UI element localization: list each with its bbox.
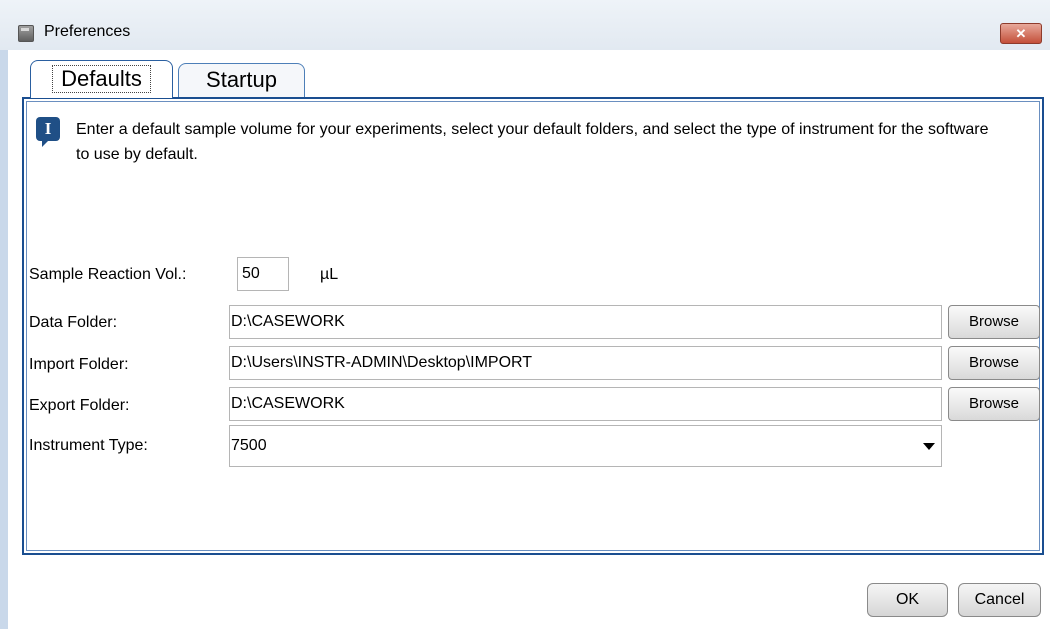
import-folder-label: Import Folder: (29, 356, 129, 373)
import-folder-browse-button[interactable]: Browse (948, 346, 1040, 380)
chevron-down-icon[interactable] (923, 443, 935, 450)
window-title: Preferences (44, 23, 131, 40)
sample-volume-unit: µL (320, 266, 339, 283)
tab-startup-label: Startup (206, 67, 277, 92)
tab-defaults[interactable]: Defaults (30, 60, 173, 98)
export-folder-input[interactable]: D:\CASEWORK (229, 387, 942, 421)
data-folder-browse-button[interactable]: Browse (948, 305, 1040, 339)
sample-volume-input[interactable]: 50 (237, 257, 289, 291)
ok-button[interactable]: OK (867, 583, 948, 617)
info-icon: I (36, 117, 60, 147)
info-message: Enter a default sample volume for your e… (76, 121, 989, 163)
import-folder-input[interactable]: D:\Users\INSTR-ADMIN\Desktop\IMPORT (229, 346, 942, 380)
data-folder-input[interactable]: D:\CASEWORK (229, 305, 942, 339)
instrument-type-value: 7500 (231, 437, 267, 454)
app-icon (18, 25, 34, 42)
data-folder-label: Data Folder: (29, 314, 118, 331)
export-folder-label: Export Folder: (29, 397, 130, 414)
window-left-edge (0, 50, 8, 629)
instrument-type-label: Instrument Type: (29, 437, 148, 454)
tab-startup[interactable]: Startup (178, 63, 305, 98)
export-folder-browse-button[interactable]: Browse (948, 387, 1040, 421)
close-button[interactable]: ✕ (1000, 23, 1042, 44)
sample-volume-label: Sample Reaction Vol.: (29, 266, 187, 283)
title-bar: Preferences ✕ (0, 0, 1050, 50)
cancel-button[interactable]: Cancel (958, 583, 1041, 617)
instrument-type-select[interactable]: 7500 (229, 425, 942, 467)
tab-defaults-label: Defaults (52, 65, 151, 93)
